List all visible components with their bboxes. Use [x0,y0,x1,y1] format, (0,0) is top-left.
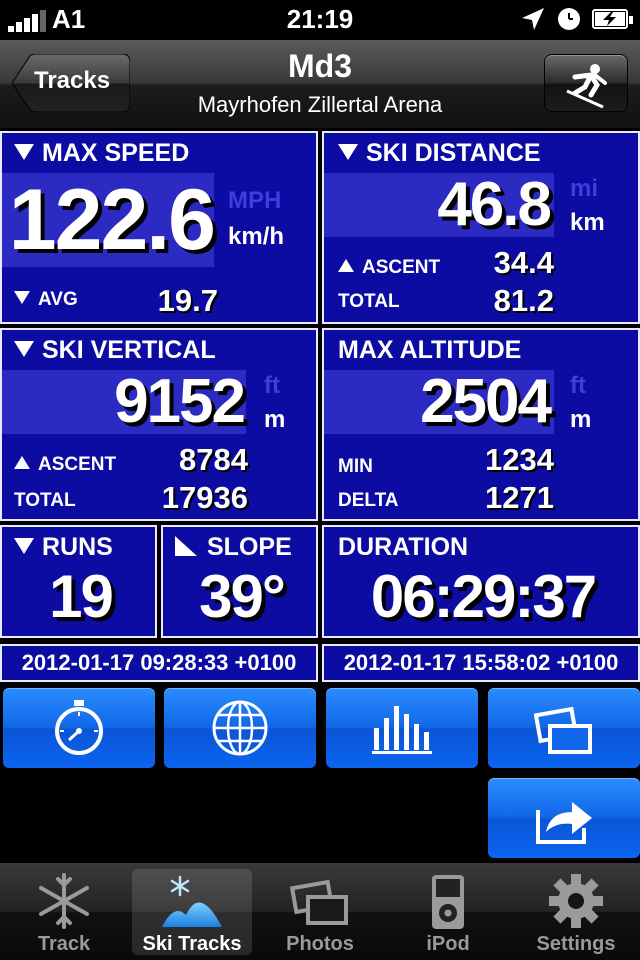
tab-track-label: Track [37,933,91,955]
total-label: TOTAL [338,291,400,312]
runs-value: 19 [49,563,114,630]
gear-icon [549,874,603,928]
photos-icon [289,879,348,925]
ski-distance-value: 46.8 [437,170,552,239]
map-button[interactable] [164,688,316,768]
ski-distance-panel[interactable]: SKI DISTANCE 46.8 mi km ASCENT 34.4 TOTA… [322,131,640,324]
ipod-icon [432,875,464,929]
location-arrow-icon [522,8,544,30]
share-arrow-icon [536,802,592,844]
ascent-value: 8784 [179,442,248,477]
min-label: MIN [338,456,373,477]
bar-chart-icon [372,706,432,754]
ski-vertical-panel[interactable]: SKI VERTICAL 9152 ft m ASCENT 8784 TOTAL… [0,328,318,521]
slope-panel[interactable]: SLOPE 39° [161,525,318,638]
back-button-label: Tracks [34,67,111,94]
tab-ski-tracks-label: Ski Tracks [142,933,242,955]
tab-photos-label: Photos [286,933,354,955]
avg-label: AVG [38,289,78,310]
tab-ipod-label: iPod [426,933,470,955]
max-speed-panel[interactable]: MAX SPEED 122.6 MPH km/h AVG 19.7 [0,131,318,324]
avg-value: 19.7 [157,283,218,318]
max-altitude-value: 2504 [420,367,552,436]
ski-distance-label: SKI DISTANCE [366,139,541,167]
unit-mi[interactable]: mi [570,175,598,203]
duration-panel[interactable]: DURATION 06:29:37 [322,525,640,638]
unit-m[interactable]: m [570,406,591,434]
unit-ft[interactable]: ft [570,372,586,400]
slope-label: SLOPE [207,533,292,561]
total-value: 81.2 [493,283,554,318]
slope-icon [175,536,197,557]
skier-mode-button[interactable] [544,54,628,112]
unit-mph[interactable]: MPH [228,187,281,215]
runs-panel[interactable]: RUNS 19 [0,525,157,638]
back-button[interactable]: Tracks [12,54,130,112]
duration-label: DURATION [338,533,469,561]
total-value: 17936 [161,480,248,515]
max-altitude-label: MAX ALTITUDE [338,336,522,364]
page-subtitle: Mayrhofen Zillertal Arena [197,92,443,117]
tab-track[interactable]: Track [0,863,128,960]
unit-km[interactable]: km [570,209,605,237]
tab-bar: Track Ski Tracks Photos iPod Settings [0,863,640,960]
skier-icon [566,64,607,109]
unit-m[interactable]: m [264,406,285,434]
tab-settings-label: Settings [536,933,616,955]
photos-button[interactable] [488,688,640,768]
unit-kmh[interactable]: km/h [228,223,284,251]
max-speed-label: MAX SPEED [42,139,190,167]
slope-value: 39° [199,563,286,630]
delta-label: DELTA [338,490,399,511]
max-altitude-panel[interactable]: MAX ALTITUDE 2504 ft m MIN 1234 DELTA 12… [322,328,640,521]
duration-value: 06:29:37 [370,563,597,630]
globe-icon [212,700,268,756]
tab-ski-tracks[interactable]: Ski Tracks [132,869,252,955]
chart-button[interactable] [326,688,478,768]
ski-vertical-value: 9152 [114,367,246,436]
start-time: 2012-01-17 09:28:33 +0100 [0,644,318,682]
max-speed-value: 122.6 [8,172,216,268]
unit-ft[interactable]: ft [264,372,280,400]
ascent-value: 34.4 [493,245,554,280]
tab-ipod[interactable]: iPod [384,863,512,960]
end-time: 2012-01-17 15:58:02 +0100 [322,644,640,682]
photos-icon [534,706,592,754]
stopwatch-icon [55,700,103,755]
ascent-label: ASCENT [362,257,441,278]
total-label: TOTAL [14,490,76,511]
alarm-clock-icon [558,8,580,30]
tab-photos[interactable]: Photos [256,863,384,960]
ski-tracks-mountain-icon [162,875,222,927]
battery-charging-icon [592,9,633,29]
stopwatch-button[interactable] [3,688,155,768]
delta-value: 1271 [485,480,554,515]
navigation-bar: Tracks Md3 Mayrhofen Zillertal Arena [0,40,640,129]
page-title: Md3 [288,48,352,84]
status-bar: A1 21:19 [0,0,640,40]
ascent-label: ASCENT [38,454,117,475]
runs-label: RUNS [42,533,113,561]
min-value: 1234 [485,442,554,477]
snowflake-icon [39,873,89,929]
ski-vertical-label: SKI VERTICAL [42,336,216,364]
share-button[interactable] [488,778,640,858]
tab-settings[interactable]: Settings [512,863,640,960]
